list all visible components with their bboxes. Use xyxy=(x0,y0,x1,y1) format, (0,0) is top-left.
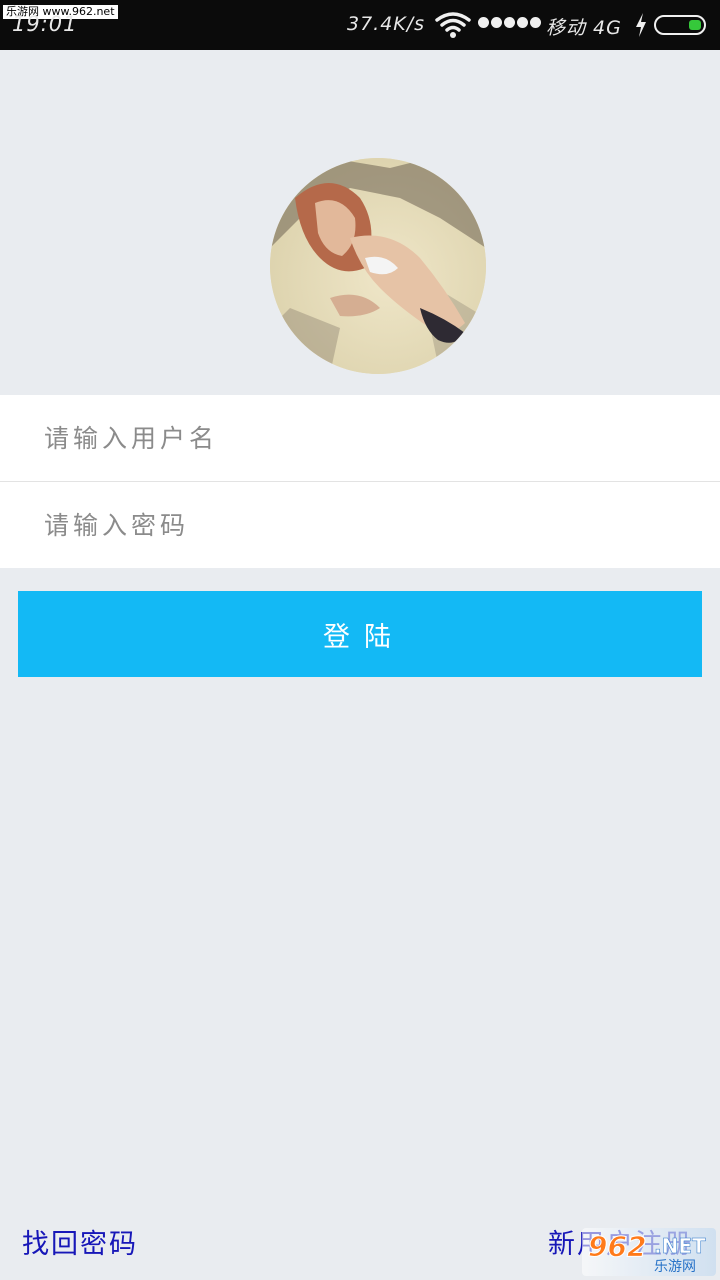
watermark-number: 962 xyxy=(587,1230,647,1264)
login-form xyxy=(0,395,720,568)
avatar-photo xyxy=(270,158,486,374)
login-button[interactable]: 登陆 xyxy=(18,591,702,677)
password-row xyxy=(0,482,720,568)
watermark-cn: 乐游网 xyxy=(654,1259,696,1275)
password-input[interactable] xyxy=(44,482,684,568)
charging-bolt-icon xyxy=(636,13,646,37)
watermark-suffix: .NET xyxy=(654,1234,706,1259)
network-speed: 37.4K/s xyxy=(347,13,426,35)
wifi-icon xyxy=(435,12,471,38)
battery-icon xyxy=(654,15,706,35)
battery-level xyxy=(689,20,701,30)
carrier-label: 移动 4G xyxy=(546,17,622,39)
user-avatar[interactable] xyxy=(270,158,486,374)
username-row xyxy=(0,395,720,481)
forgot-password-link[interactable]: 找回密码 xyxy=(22,1222,138,1261)
username-input[interactable] xyxy=(44,395,684,481)
status-bar: 乐游网 www.962.net 19:01 37.4K/s 移动 4G xyxy=(0,0,720,50)
status-time: 19:01 xyxy=(12,12,78,36)
site-watermark-logo: 962 .NET 乐游网 xyxy=(582,1228,716,1276)
signal-dots-icon xyxy=(478,17,541,28)
